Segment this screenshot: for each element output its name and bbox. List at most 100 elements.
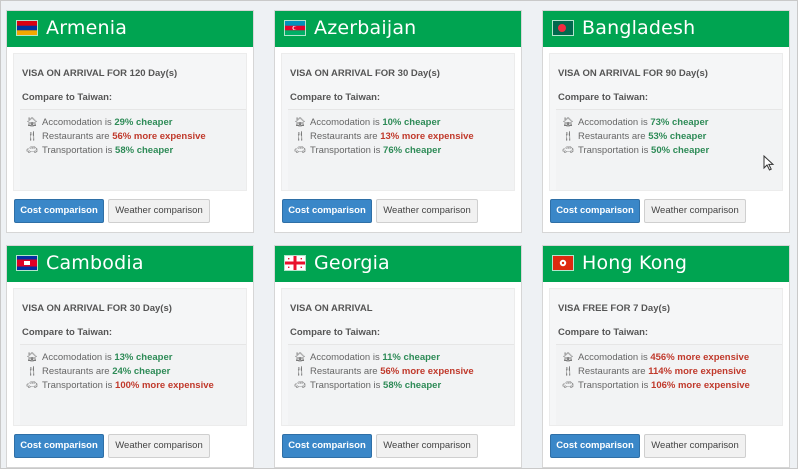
accommodation-row: 🏠︎ Accomodation is 29% cheaper bbox=[26, 117, 173, 128]
accommodation-row: 🏠︎ Accomodation is 13% cheaper bbox=[26, 352, 173, 363]
visa-info: VISA ON ARRIVAL FOR 90 Day(s) bbox=[558, 68, 708, 79]
compare-heading: Compare to Taiwan: bbox=[290, 327, 381, 338]
country-card-azerbaijan: Azerbaijan VISA ON ARRIVAL FOR 30 Day(s)… bbox=[274, 10, 522, 233]
accommodation-row: 🏠︎ Accomodation is 73% cheaper bbox=[562, 117, 709, 128]
visa-info: VISA FREE FOR 7 Day(s) bbox=[558, 303, 671, 314]
compare-heading: Compare to Taiwan: bbox=[558, 92, 649, 103]
accommodation-value: 29% cheaper bbox=[114, 117, 173, 128]
accommodation-value: 13% cheaper bbox=[114, 352, 173, 363]
accommodation-value: 11% cheaper bbox=[382, 352, 440, 363]
card-header: Armenia bbox=[7, 11, 253, 47]
cambodia-flag-icon bbox=[16, 255, 38, 271]
transportation-value: 100% more expensive bbox=[115, 380, 214, 391]
cutlery-icon: 🍴︎ bbox=[294, 366, 307, 377]
accommodation-row: 🏠︎ Accomodation is 11% cheaper bbox=[294, 352, 440, 363]
comparison-box: 🏠︎ Accomodation is 456% more expensive 🍴︎… bbox=[556, 344, 782, 425]
country-name: Armenia bbox=[46, 17, 128, 39]
weather-comparison-button[interactable]: Weather comparison bbox=[108, 434, 210, 458]
country-card-georgia: Georgia VISA ON ARRIVAL Compare to Taiwa… bbox=[274, 245, 522, 468]
country-card-bangladesh: Bangladesh VISA ON ARRIVAL FOR 90 Day(s)… bbox=[542, 10, 790, 233]
cutlery-icon: 🍴︎ bbox=[562, 366, 575, 377]
car-icon: 🚗︎ bbox=[294, 145, 307, 156]
cost-comparison-button[interactable]: Cost comparison bbox=[14, 199, 104, 223]
transportation-value: 58% cheaper bbox=[115, 145, 174, 156]
weather-comparison-button[interactable]: Weather comparison bbox=[376, 434, 478, 458]
cutlery-icon: 🍴︎ bbox=[562, 131, 575, 142]
weather-comparison-button[interactable]: Weather comparison bbox=[644, 434, 746, 458]
restaurants-row: 🍴︎ Restaurants are 56% more expensive bbox=[26, 131, 206, 142]
card-body: VISA ON ARRIVAL FOR 30 Day(s) Compare to… bbox=[281, 53, 515, 191]
compare-heading: Compare to Taiwan: bbox=[290, 92, 381, 103]
home-icon: 🏠︎ bbox=[294, 352, 307, 363]
weather-comparison-button[interactable]: Weather comparison bbox=[644, 199, 746, 223]
restaurants-row: 🍴︎ Restaurants are 56% more expensive bbox=[294, 366, 474, 377]
accommodation-value: 456% more expensive bbox=[650, 352, 750, 363]
comparison-box: 🏠︎ Accomodation is 10% cheaper 🍴︎ Restaura… bbox=[288, 109, 514, 190]
azerbaijan-flag-icon bbox=[284, 20, 306, 36]
restaurants-row: 🍴︎ Restaurants are 24% cheaper bbox=[26, 366, 171, 377]
card-body: VISA ON ARRIVAL FOR 90 Day(s) Compare to… bbox=[549, 53, 783, 191]
card-header: Georgia bbox=[275, 246, 521, 282]
car-icon: 🚗︎ bbox=[26, 380, 39, 391]
home-icon: 🏠︎ bbox=[26, 117, 39, 128]
car-icon: 🚗︎ bbox=[26, 145, 39, 156]
visa-info: VISA ON ARRIVAL bbox=[290, 303, 373, 314]
restaurants-row: 🍴︎ Restaurants are 13% more expensive bbox=[294, 131, 474, 142]
card-header: Azerbaijan bbox=[275, 11, 521, 47]
transportation-row: 🚗︎ Transportation is 100% more expensive bbox=[26, 380, 214, 391]
visa-info: VISA ON ARRIVAL FOR 120 Day(s) bbox=[22, 68, 178, 79]
country-card-hong-kong: Hong Kong VISA FREE FOR 7 Day(s) Compare… bbox=[542, 245, 790, 468]
weather-comparison-button[interactable]: Weather comparison bbox=[376, 199, 478, 223]
accommodation-row: 🏠︎ Accomodation is 456% more expensive bbox=[562, 352, 750, 363]
transportation-row: 🚗︎ Transportation is 50% cheaper bbox=[562, 145, 710, 156]
comparison-box: 🏠︎ Accomodation is 73% cheaper 🍴︎ Restaura… bbox=[556, 109, 782, 190]
restaurants-value: 114% more expensive bbox=[648, 366, 747, 377]
restaurants-row: 🍴︎ Restaurants are 114% more expensive bbox=[562, 366, 747, 377]
home-icon: 🏠︎ bbox=[562, 117, 575, 128]
country-card-armenia: Armenia VISA ON ARRIVAL FOR 120 Day(s) C… bbox=[6, 10, 254, 233]
compare-heading: Compare to Taiwan: bbox=[22, 92, 113, 103]
comparison-box: 🏠︎ Accomodation is 11% cheaper 🍴︎ Restaura… bbox=[288, 344, 514, 425]
transportation-row: 🚗︎ Transportation is 106% more expensive bbox=[562, 380, 750, 391]
card-body: VISA ON ARRIVAL Compare to Taiwan: 🏠︎ Acc… bbox=[281, 288, 515, 426]
country-name: Bangladesh bbox=[582, 17, 696, 39]
restaurants-value: 53% cheaper bbox=[648, 131, 707, 142]
transportation-value: 58% cheaper bbox=[383, 380, 442, 391]
country-name: Hong Kong bbox=[582, 252, 688, 274]
cost-comparison-button[interactable]: Cost comparison bbox=[550, 199, 640, 223]
restaurants-row: 🍴︎ Restaurants are 53% cheaper bbox=[562, 131, 707, 142]
visa-info: VISA ON ARRIVAL FOR 30 Day(s) bbox=[290, 68, 440, 79]
app-frame: Armenia VISA ON ARRIVAL FOR 120 Day(s) C… bbox=[0, 0, 798, 469]
accommodation-value: 73% cheaper bbox=[650, 117, 709, 128]
cost-comparison-button[interactable]: Cost comparison bbox=[282, 199, 372, 223]
country-name: Cambodia bbox=[46, 252, 144, 274]
card-body: VISA FREE FOR 7 Day(s) Compare to Taiwan… bbox=[549, 288, 783, 426]
card-header: Hong Kong bbox=[543, 246, 789, 282]
cost-comparison-button[interactable]: Cost comparison bbox=[14, 434, 104, 458]
restaurants-value: 56% more expensive bbox=[112, 131, 206, 142]
country-name: Azerbaijan bbox=[314, 17, 417, 39]
country-card-cambodia: Cambodia VISA ON ARRIVAL FOR 30 Day(s) C… bbox=[6, 245, 254, 468]
bangladesh-flag-icon bbox=[552, 20, 574, 36]
card-header: Bangladesh bbox=[543, 11, 789, 47]
transportation-value: 106% more expensive bbox=[651, 380, 750, 391]
home-icon: 🏠︎ bbox=[294, 117, 307, 128]
car-icon: 🚗︎ bbox=[294, 380, 307, 391]
cutlery-icon: 🍴︎ bbox=[26, 366, 39, 377]
cutlery-icon: 🍴︎ bbox=[294, 131, 307, 142]
car-icon: 🚗︎ bbox=[562, 145, 575, 156]
cost-comparison-button[interactable]: Cost comparison bbox=[550, 434, 640, 458]
cost-comparison-button[interactable]: Cost comparison bbox=[282, 434, 372, 458]
mouse-cursor-icon bbox=[763, 154, 775, 171]
restaurants-value: 13% more expensive bbox=[380, 131, 474, 142]
weather-comparison-button[interactable]: Weather comparison bbox=[108, 199, 210, 223]
visa-info: VISA ON ARRIVAL FOR 30 Day(s) bbox=[22, 303, 172, 314]
transportation-value: 76% cheaper bbox=[383, 145, 442, 156]
card-body: VISA ON ARRIVAL FOR 120 Day(s) Compare t… bbox=[13, 53, 247, 191]
transportation-value: 50% cheaper bbox=[651, 145, 710, 156]
transportation-row: 🚗︎ Transportation is 76% cheaper bbox=[294, 145, 442, 156]
comparison-box: 🏠︎ Accomodation is 13% cheaper 🍴︎ Restaura… bbox=[20, 344, 246, 425]
compare-heading: Compare to Taiwan: bbox=[558, 327, 649, 338]
home-icon: 🏠︎ bbox=[562, 352, 575, 363]
card-header: Cambodia bbox=[7, 246, 253, 282]
